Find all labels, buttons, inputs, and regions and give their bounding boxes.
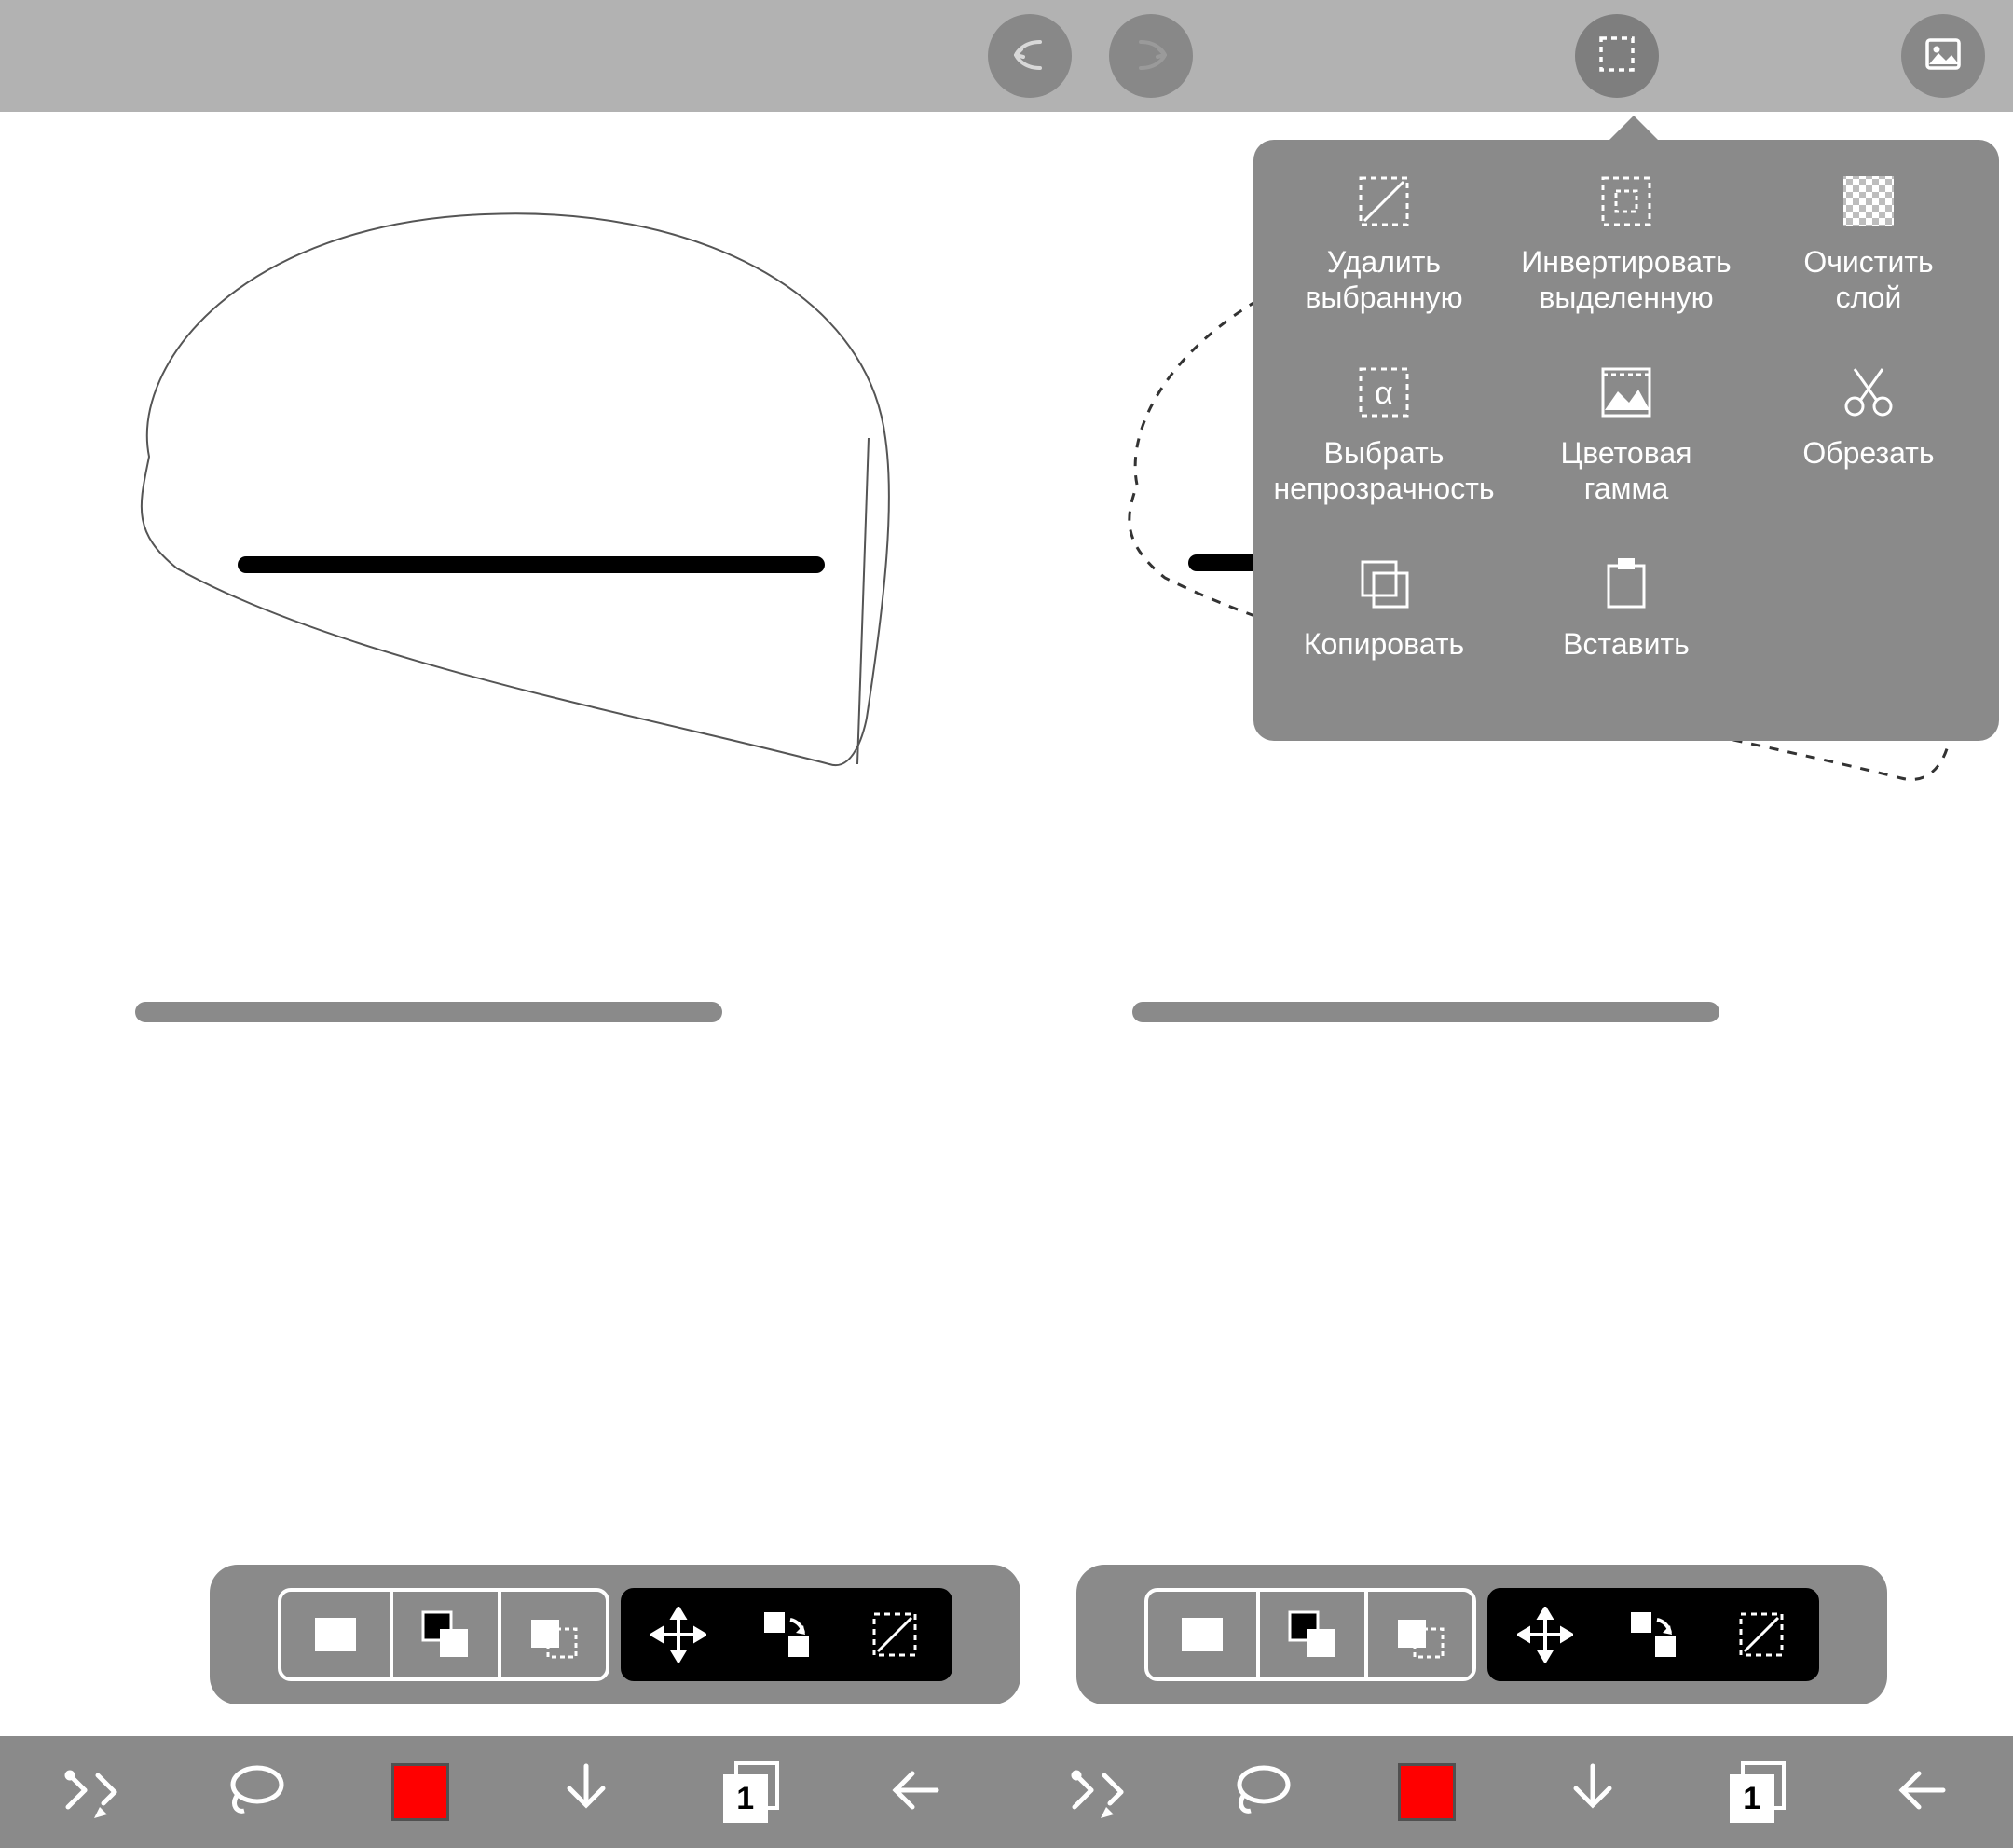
- popover-item-label: Копировать: [1304, 627, 1464, 663]
- layers-button[interactable]: 1: [1688, 1736, 1828, 1848]
- popover-crop[interactable]: Обрезать: [1747, 363, 1990, 527]
- brush-stroke: [238, 556, 825, 573]
- download-button[interactable]: [1523, 1736, 1663, 1848]
- download-icon: [1559, 1757, 1626, 1828]
- arrow-left-icon: [883, 1757, 950, 1828]
- selection-shape-group: [278, 1588, 609, 1681]
- dashed-select-button[interactable]: [1364, 1592, 1472, 1677]
- rect-select-button[interactable]: [281, 1592, 390, 1677]
- select-alpha-icon: α: [1355, 363, 1413, 421]
- brush-icon: [57, 1757, 124, 1828]
- rotate-button[interactable]: [1599, 1592, 1707, 1677]
- copy-icon: [1355, 554, 1413, 612]
- undo-icon: [1008, 33, 1051, 80]
- invert-selection-icon: [1597, 172, 1655, 230]
- color-button[interactable]: [350, 1736, 490, 1848]
- color-swatch: [391, 1763, 449, 1821]
- selection-icon: [1595, 33, 1638, 80]
- layer-number: 1: [723, 1774, 768, 1823]
- clear-layer-icon: [1840, 172, 1897, 230]
- popover-select-alpha[interactable]: α Выбрать непрозрачность: [1263, 363, 1505, 527]
- back-button[interactable]: [1853, 1736, 1992, 1848]
- svg-text:α: α: [1375, 376, 1393, 411]
- popover-paste[interactable]: Вставить: [1505, 554, 1747, 718]
- paste-icon: [1597, 554, 1655, 612]
- color-swatch: [1398, 1763, 1456, 1821]
- redo-button[interactable]: [1109, 14, 1193, 98]
- dashed-select-button[interactable]: [498, 1592, 606, 1677]
- download-button[interactable]: [516, 1736, 656, 1848]
- layers-icon: 1: [723, 1761, 779, 1823]
- rotate-button[interactable]: [733, 1592, 841, 1677]
- undo-button[interactable]: [988, 14, 1072, 98]
- rect-select-button[interactable]: [1148, 1592, 1256, 1677]
- shadow-bar: [1132, 1002, 1719, 1022]
- selection-floatbar: [1076, 1565, 1887, 1704]
- overlap-select-button[interactable]: [1256, 1592, 1364, 1677]
- selection-menu-button[interactable]: [1575, 14, 1659, 98]
- selection-floatbar: [210, 1565, 1020, 1704]
- layer-number: 1: [1730, 1774, 1774, 1823]
- drawing-shape: [93, 196, 904, 792]
- popover-item-label: Инвертировать выделенную: [1521, 245, 1731, 316]
- canvas-left[interactable]: [0, 112, 1006, 1736]
- arrow-left-icon: [1889, 1757, 1956, 1828]
- back-button[interactable]: [846, 1736, 986, 1848]
- lasso-tool-button[interactable]: [185, 1736, 325, 1848]
- bottom-toolbar: 1 1: [0, 1736, 2013, 1848]
- selection-popover: Удалить выбранную Инвертировать выделенн…: [1253, 140, 1999, 741]
- move-button[interactable]: [624, 1592, 733, 1677]
- popover-item-label: Обрезать: [1802, 436, 1934, 472]
- transform-group: [621, 1588, 952, 1681]
- popover-copy[interactable]: Копировать: [1263, 554, 1505, 718]
- brush-tool-button[interactable]: [21, 1736, 160, 1848]
- selection-shape-group: [1144, 1588, 1476, 1681]
- popover-clear-layer[interactable]: Очистить слой: [1747, 172, 1990, 335]
- deselect-button[interactable]: [1707, 1592, 1815, 1677]
- popover-item-label: Выбрать непрозрачность: [1273, 436, 1494, 507]
- popover-delete-selection[interactable]: Удалить выбранную: [1263, 172, 1505, 335]
- color-button[interactable]: [1357, 1736, 1497, 1848]
- gallery-button[interactable]: [1901, 14, 1985, 98]
- lasso-icon: [1228, 1757, 1295, 1828]
- popover-item-label: Цветовая гамма: [1561, 436, 1692, 507]
- popover-invert-selection[interactable]: Инвертировать выделенную: [1505, 172, 1747, 335]
- transform-group: [1487, 1588, 1819, 1681]
- bottom-half-left: 1: [0, 1736, 1006, 1848]
- color-range-icon: [1597, 363, 1655, 421]
- shadow-bar: [135, 1002, 722, 1022]
- brush-icon: [1063, 1757, 1130, 1828]
- layers-button[interactable]: 1: [681, 1736, 821, 1848]
- delete-selection-icon: [1355, 172, 1413, 230]
- brush-tool-button[interactable]: [1027, 1736, 1167, 1848]
- redo-icon: [1130, 33, 1172, 80]
- top-toolbar: [0, 0, 2013, 112]
- bottom-half-right: 1: [1006, 1736, 2013, 1848]
- move-button[interactable]: [1491, 1592, 1599, 1677]
- lasso-tool-button[interactable]: [1192, 1736, 1332, 1848]
- gallery-icon: [1922, 33, 1965, 80]
- download-icon: [553, 1757, 620, 1828]
- crop-icon: [1840, 363, 1897, 421]
- overlap-select-button[interactable]: [390, 1592, 498, 1677]
- popover-color-range[interactable]: Цветовая гамма: [1505, 363, 1747, 527]
- popover-item-label: Удалить выбранную: [1305, 245, 1462, 316]
- popover-item-label: Очистить слой: [1803, 245, 1933, 316]
- popover-item-label: Вставить: [1563, 627, 1690, 663]
- deselect-button[interactable]: [841, 1592, 949, 1677]
- lasso-icon: [222, 1757, 289, 1828]
- layers-icon: 1: [1730, 1761, 1786, 1823]
